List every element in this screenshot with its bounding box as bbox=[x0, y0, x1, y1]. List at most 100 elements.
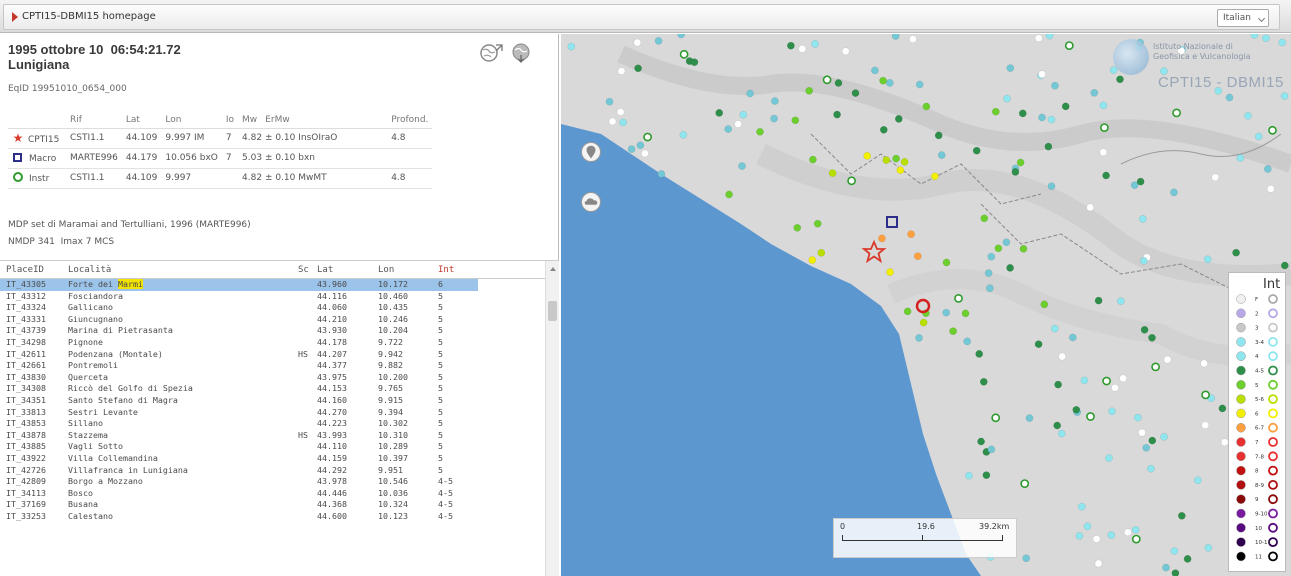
place-row[interactable]: IT_34308 Riccò del Golfo di Spezia 44.153 9… bbox=[0, 383, 545, 395]
intensity-point[interactable] bbox=[1236, 154, 1245, 162]
scroll-up-icon[interactable] bbox=[550, 267, 556, 271]
intensity-point[interactable] bbox=[1102, 171, 1110, 180]
intensity-point[interactable] bbox=[1263, 165, 1272, 173]
intensity-point[interactable] bbox=[980, 214, 989, 223]
intensity-point[interactable] bbox=[679, 49, 689, 59]
intensity-point[interactable] bbox=[900, 158, 909, 166]
intensity-point[interactable] bbox=[1160, 432, 1168, 441]
intensity-point[interactable] bbox=[817, 248, 826, 257]
intensity-point[interactable] bbox=[1183, 555, 1192, 563]
intensity-point[interactable] bbox=[942, 258, 951, 267]
globe-download-icon[interactable] bbox=[508, 42, 534, 64]
intensity-point[interactable] bbox=[1040, 300, 1049, 309]
intensity-point[interactable] bbox=[1218, 404, 1227, 413]
intensity-point[interactable] bbox=[975, 350, 984, 358]
intensity-point[interactable] bbox=[847, 176, 856, 186]
intensity-point[interactable] bbox=[679, 131, 688, 139]
intensity-point[interactable] bbox=[1138, 215, 1147, 223]
intensity-point[interactable] bbox=[811, 40, 819, 48]
intensity-point[interactable] bbox=[1131, 525, 1140, 534]
intensity-point[interactable] bbox=[851, 89, 860, 97]
intensity-point[interactable] bbox=[813, 219, 822, 228]
intensity-point[interactable] bbox=[1111, 383, 1119, 392]
place-row[interactable]: IT_33813 Sestri Levante 44.270 9.394 5 bbox=[0, 407, 545, 419]
intensity-point[interactable] bbox=[822, 75, 832, 85]
intensity-point[interactable] bbox=[882, 156, 891, 164]
intensity-point[interactable] bbox=[1268, 125, 1277, 135]
intensity-point[interactable] bbox=[1061, 102, 1070, 111]
homepage-tab[interactable]: CPTI15-DBMI15 homepage Italian bbox=[3, 4, 1280, 30]
intensity-point[interactable] bbox=[633, 38, 642, 47]
place-row[interactable]: IT_42661 Pontremoli 44.377 9.882 5 bbox=[0, 360, 545, 372]
intensity-point[interactable] bbox=[1100, 123, 1109, 132]
intensity-point[interactable] bbox=[1025, 414, 1034, 422]
intensity-point[interactable] bbox=[1194, 476, 1202, 485]
intensity-point[interactable] bbox=[1006, 64, 1015, 72]
intensity-point[interactable] bbox=[991, 413, 1001, 423]
intensity-point[interactable] bbox=[1058, 352, 1067, 361]
intensity-point[interactable] bbox=[1006, 264, 1014, 272]
intensity-point[interactable] bbox=[1147, 464, 1155, 473]
intensity-point[interactable] bbox=[1057, 429, 1066, 438]
cloud-layer-icon[interactable] bbox=[581, 192, 601, 212]
intensity-point[interactable] bbox=[896, 166, 905, 175]
intensity-point[interactable] bbox=[641, 149, 649, 158]
intensity-point[interactable] bbox=[1018, 109, 1027, 118]
intensity-point[interactable] bbox=[1107, 531, 1116, 539]
intensity-point[interactable] bbox=[1177, 511, 1186, 520]
intensity-point[interactable] bbox=[871, 66, 879, 75]
col-header-placeid[interactable]: PlaceID bbox=[6, 265, 44, 275]
place-row[interactable]: IT_42726 Villafranca in Lunigiana 44.292 9.… bbox=[0, 465, 545, 477]
intensity-point[interactable] bbox=[1148, 333, 1156, 342]
intensity-point[interactable] bbox=[1064, 41, 1074, 50]
intensity-point[interactable] bbox=[987, 445, 996, 454]
intensity-point[interactable] bbox=[1022, 554, 1031, 563]
globe-link-icon[interactable] bbox=[478, 42, 504, 64]
intensity-point[interactable] bbox=[1068, 333, 1077, 342]
place-row[interactable]: IT_43312 Fosciandora 44.116 10.460 5 bbox=[0, 291, 545, 303]
intensity-point[interactable] bbox=[1050, 324, 1059, 333]
intensity-point[interactable] bbox=[1148, 436, 1157, 445]
intensity-point[interactable] bbox=[982, 471, 991, 480]
intensity-point[interactable] bbox=[1108, 407, 1116, 416]
intensity-point[interactable] bbox=[1200, 359, 1208, 368]
place-row[interactable]: IT_43331 Giuncugnano 44.210 10.246 5 bbox=[0, 314, 545, 326]
intensity-point[interactable] bbox=[1138, 428, 1146, 437]
intensity-point[interactable] bbox=[1094, 296, 1103, 305]
intensity-point[interactable] bbox=[963, 337, 972, 346]
intensity-point[interactable] bbox=[954, 293, 963, 303]
intensity-point[interactable] bbox=[725, 190, 733, 199]
place-row[interactable]: IT_43853 Sillano 44.223 10.302 5 bbox=[0, 418, 545, 430]
intensity-point[interactable] bbox=[734, 120, 742, 128]
intensity-point[interactable] bbox=[616, 108, 625, 116]
intensity-point[interactable] bbox=[886, 268, 894, 276]
place-row[interactable]: IT_43739 Marina di Pietrasanta 43.930 10.20… bbox=[0, 325, 545, 337]
intensity-point[interactable] bbox=[1094, 559, 1103, 568]
intensity-point[interactable] bbox=[991, 107, 1000, 116]
scroll-thumb[interactable] bbox=[548, 301, 557, 321]
intensity-point[interactable] bbox=[739, 110, 748, 119]
intensity-point[interactable] bbox=[634, 64, 642, 73]
intensity-point[interactable] bbox=[1170, 547, 1179, 555]
intensity-point[interactable] bbox=[1038, 113, 1046, 122]
place-row[interactable]: IT_37169 Busana 44.368 10.324 4-5 bbox=[0, 499, 545, 511]
intensity-point[interactable] bbox=[1086, 203, 1095, 212]
place-row[interactable]: IT_43305 Forte dei Marmi 43.960 10.172 6 bbox=[0, 279, 478, 291]
intensity-point[interactable] bbox=[1151, 362, 1160, 372]
intensity-point[interactable] bbox=[809, 155, 817, 164]
intensity-point[interactable] bbox=[922, 102, 931, 111]
intensity-point[interactable] bbox=[891, 34, 900, 40]
intensity-point[interactable] bbox=[1254, 132, 1263, 141]
intensity-point[interactable] bbox=[1250, 34, 1259, 39]
intensity-point[interactable] bbox=[619, 118, 627, 127]
intensity-point[interactable] bbox=[1136, 177, 1145, 186]
intensity-point[interactable] bbox=[1086, 412, 1095, 421]
col-header-lon[interactable]: Lon bbox=[378, 265, 394, 275]
intensity-point[interactable] bbox=[949, 327, 957, 336]
intensity-point[interactable] bbox=[567, 42, 576, 51]
intensity-point[interactable] bbox=[1131, 534, 1141, 544]
intensity-point[interactable] bbox=[1011, 168, 1020, 176]
intensity-point[interactable] bbox=[879, 76, 887, 85]
intensity-point[interactable] bbox=[1201, 421, 1210, 430]
intensity-point[interactable] bbox=[1133, 413, 1142, 422]
